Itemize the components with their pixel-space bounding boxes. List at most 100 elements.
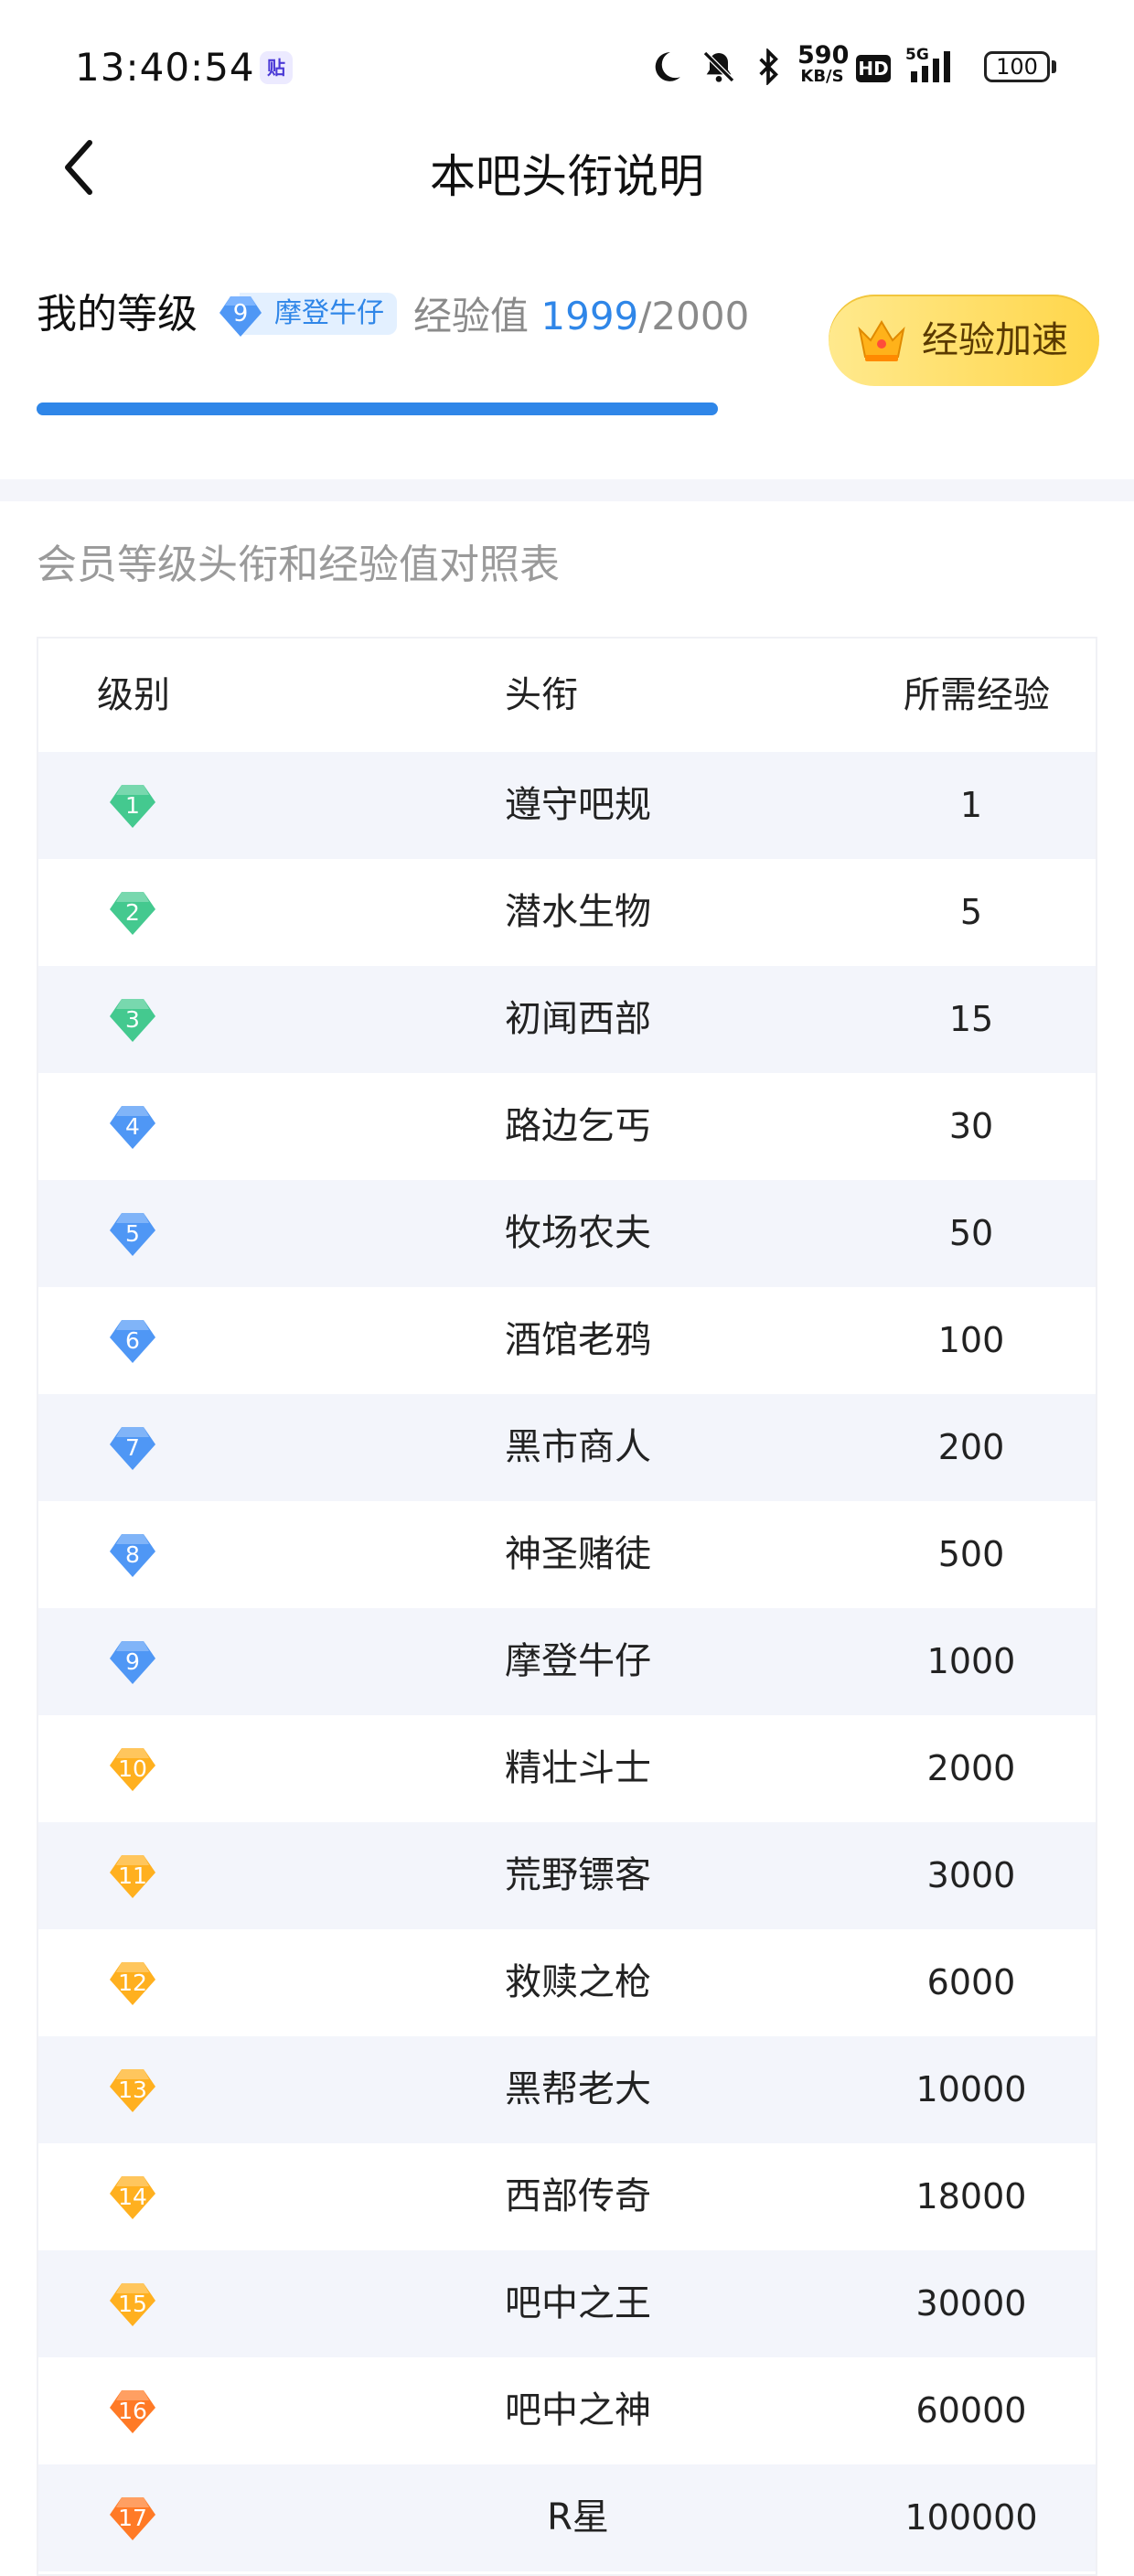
required-exp: 1 [959, 785, 983, 825]
level-title: 酒馆老鸦 [505, 1319, 651, 1361]
level-title: 西部传奇 [505, 2175, 651, 2217]
level-title: 吧中之神 [505, 2389, 651, 2431]
level-gem-icon: 9 [106, 1636, 159, 1689]
level-gem-icon: 4 [106, 1100, 159, 1154]
required-exp: 500 [937, 1534, 1005, 1574]
table-row: 14 西部传奇 18000 [38, 2143, 1096, 2250]
level-table: 级别 头衔 所需经验 1 遵守吧规 1 2 潜水生物 5 3 初闻西部 15 4 路边乞丐 30 5 牧场… [37, 637, 1097, 2576]
level-title: 吧中之王 [505, 2282, 651, 2324]
level-number: 5 [125, 1220, 140, 1247]
moon-icon [646, 46, 686, 88]
required-exp: 5 [959, 892, 983, 932]
level-number: 12 [118, 1970, 147, 1996]
table-row: 7 黑市商人 200 [38, 1394, 1096, 1501]
required-exp: 3000 [926, 1855, 1016, 1895]
level-number: 13 [118, 2077, 147, 2103]
level-gem-icon: 14 [106, 2171, 159, 2224]
level-gem-icon: 7 [106, 1422, 159, 1475]
level-gem-icon: 1 [106, 779, 159, 832]
level-title: 荒野镖客 [505, 1854, 651, 1896]
exp-progress-fill [37, 402, 718, 415]
table-row: 9 摩登牛仔 1000 [38, 1608, 1096, 1715]
level-title: 初闻西部 [505, 998, 651, 1040]
level-number: 4 [125, 1113, 140, 1140]
level-number: 11 [118, 1862, 147, 1889]
level-gem-icon: 3 [106, 993, 159, 1046]
level-title: 路边乞丐 [505, 1105, 651, 1147]
page-title: 本吧头衔说明 [430, 150, 704, 203]
level-gem-icon: 8 [106, 1529, 159, 1582]
network-speed: 590 KB/S [797, 41, 850, 86]
level-title: 摩登牛仔 [505, 1640, 651, 1682]
table-row: 3 初闻西部 15 [38, 966, 1096, 1073]
required-exp: 100000 [904, 2497, 1038, 2538]
level-number: 16 [118, 2398, 147, 2424]
level-title: 神圣赌徒 [505, 1533, 651, 1575]
level-number: 15 [118, 2291, 147, 2317]
battery-tip [1052, 60, 1056, 73]
table-header: 级别 头衔 所需经验 [38, 639, 1096, 752]
table-row: 6 酒馆老鸦 100 [38, 1287, 1096, 1394]
exp-total: /2000 [638, 294, 750, 338]
table-row: 13 黑帮老大 10000 [38, 2036, 1096, 2143]
level-number: 10 [118, 1755, 147, 1782]
level-gem-icon: 6 [106, 1315, 159, 1368]
level-title: 牧场农夫 [505, 1212, 651, 1254]
required-exp: 6000 [926, 1962, 1016, 2002]
table-row: 16 吧中之神 60000 [38, 2357, 1096, 2464]
level-gem-icon: 17 [106, 2492, 159, 2545]
table-row: 11 荒野镖客 3000 [38, 1822, 1096, 1929]
exp-value: 经验值 1999/2000 [413, 294, 750, 338]
signal-icon: 5G [902, 46, 968, 88]
level-number: 14 [118, 2184, 147, 2210]
table-row: 10 精壮斗士 2000 [38, 1715, 1096, 1822]
required-exp: 15 [948, 999, 994, 1039]
table-row: 4 路边乞丐 30 [38, 1073, 1096, 1180]
level-number: 17 [118, 2505, 147, 2531]
table-row: 1 遵守吧规 1 [38, 752, 1096, 859]
level-title: 黑帮老大 [505, 2068, 651, 2110]
required-exp: 30 [948, 1106, 994, 1146]
required-exp: 200 [937, 1427, 1005, 1467]
app-notification-badge: 贴 [260, 51, 293, 84]
table-row: 8 神圣赌徒 500 [38, 1501, 1096, 1608]
level-number: 8 [125, 1541, 140, 1568]
required-exp: 1000 [926, 1641, 1016, 1681]
header-level: 级别 [97, 674, 170, 716]
level-gem-icon: 5 [106, 1208, 159, 1261]
level-title: 救赎之枪 [505, 1961, 651, 2003]
level-number: 3 [125, 1006, 140, 1033]
table-row: 15 吧中之王 30000 [38, 2250, 1096, 2357]
crown-icon [858, 320, 905, 361]
battery-indicator: 100 [984, 51, 1050, 82]
level-gem-icon: 10 [106, 1743, 159, 1796]
exp-current: 1999 [540, 294, 639, 338]
section-divider [0, 479, 1134, 501]
table-row: 17 R星 100000 [38, 2464, 1096, 2571]
level-gem-icon: 15 [106, 2278, 159, 2331]
my-level-label: 我的等级 [37, 291, 198, 338]
table-row: 12 救赎之枪 6000 [38, 1929, 1096, 2036]
header-title: 头衔 [505, 674, 578, 716]
hd-indicator: HD [856, 55, 891, 82]
bell-off-icon [697, 46, 741, 88]
level-number: 6 [125, 1327, 140, 1354]
level-title: 黑市商人 [505, 1426, 651, 1468]
required-exp: 2000 [926, 1748, 1016, 1788]
level-gem-icon: 9 [216, 291, 265, 340]
level-gem-icon: 2 [106, 886, 159, 939]
level-number: 7 [125, 1434, 140, 1461]
level-gem-icon: 12 [106, 1957, 159, 2010]
header-exp: 所需经验 [904, 674, 1050, 716]
level-number: 2 [125, 899, 140, 926]
table-row: 2 潜水生物 5 [38, 859, 1096, 966]
status-time: 13:40:54 [75, 45, 255, 90]
exp-progress-bar [37, 402, 718, 415]
required-exp: 30000 [915, 2283, 1027, 2324]
level-gem-icon: 13 [106, 2064, 159, 2117]
exp-boost-button[interactable]: 经验加速 [829, 295, 1099, 386]
level-gem-icon: 16 [106, 2385, 159, 2438]
level-title: 精壮斗士 [505, 1747, 651, 1789]
level-number: 1 [125, 792, 140, 819]
required-exp: 100 [937, 1320, 1005, 1360]
